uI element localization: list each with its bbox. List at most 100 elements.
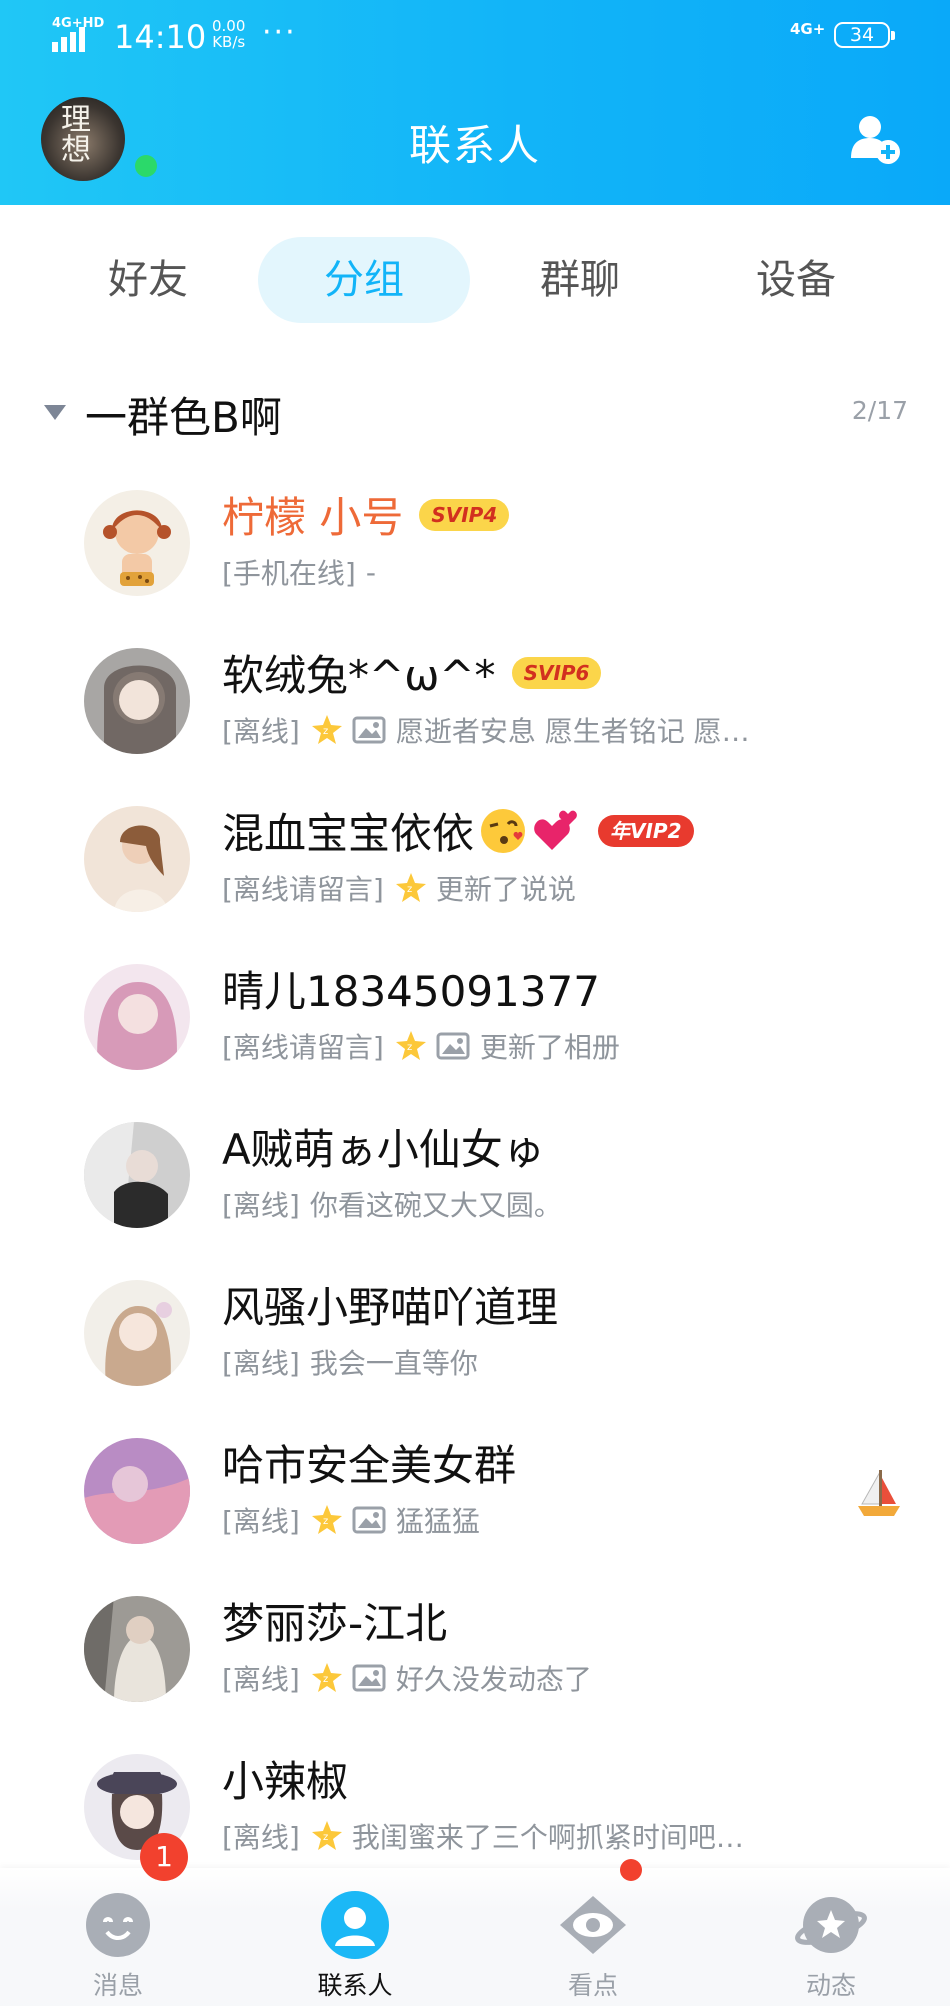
online-status: [离线] (222, 1347, 300, 1380)
online-status: [离线请留言] (222, 1031, 384, 1064)
annual-vip-badge: 年VIP2 (598, 814, 694, 847)
battery-icon: 34 (834, 22, 895, 48)
contact-row[interactable]: 晴儿18345091377 [离线请留言] z 更新了相册 (0, 934, 950, 1092)
contact-message: 好久没发动态了 (395, 1663, 592, 1696)
tab-devices[interactable]: 设备 (726, 237, 866, 323)
more-notifications-icon: ··· (262, 15, 297, 50)
contact-avatar (84, 490, 190, 596)
nav-contacts[interactable]: 联系人 (275, 1876, 435, 2006)
network-speed: 0.00 KB/s (212, 17, 246, 51)
contact-message: 更新了相册 (479, 1031, 620, 1064)
photo-icon (352, 1506, 386, 1534)
status-time: 14:10 (114, 18, 207, 56)
contact-status-line: [离线] 我会一直等你 (222, 1342, 478, 1382)
contact-message: 愿逝者安息 愿生者铭记 愿… (395, 715, 750, 748)
online-status: [离线] (222, 715, 300, 748)
contact-message: 猛猛猛 (395, 1505, 480, 1538)
contact-name: 软绒兔*^ω^* SVIP6 (222, 642, 602, 703)
contact-avatar (84, 1596, 190, 1702)
contact-name: 混血宝宝依依 年VIP2 (222, 800, 694, 861)
contact-name: 小辣椒 (222, 1757, 349, 1806)
new-content-dot (620, 1859, 642, 1881)
contact-message: 更新了说说 (435, 873, 576, 906)
nav-discover[interactable]: 看点 (513, 1876, 673, 2006)
star-badge-icon: z (311, 1505, 342, 1534)
contact-row[interactable]: 哈市安全美女群 [离线] z 猛猛猛 (0, 1408, 950, 1566)
contact-name: 梦丽莎-江北 (222, 1599, 448, 1648)
tab-groups[interactable]: 分组 (258, 237, 470, 323)
group-header[interactable]: 一群色B啊 2/17 (0, 370, 950, 450)
planet-star-icon (795, 1897, 867, 1953)
online-status: [离线] (222, 1821, 300, 1854)
contact-name: 哈市安全美女群 (222, 1441, 517, 1490)
contact-status-line: [离线] z 好久没发动态了 (222, 1658, 592, 1698)
contact-message: 我会一直等你 (309, 1347, 478, 1380)
contact-row[interactable]: 软绒兔*^ω^* SVIP6 [离线] z 愿逝者安息 愿生者铭记 愿… (0, 618, 950, 776)
signal-icon: 4G+HD (52, 16, 104, 52)
star-badge-icon: z (395, 1031, 426, 1060)
nav-messages[interactable]: 消息 (38, 1876, 198, 2006)
contact-status-line: [离线] z 我闺蜜来了三个啊抓紧时间吧… (222, 1816, 744, 1856)
contact-message: 你看这碗又大又圆。 (309, 1189, 562, 1222)
contact-name: 晴儿18345091377 (222, 967, 600, 1016)
contact-row[interactable]: 梦丽莎-江北 [离线] z 好久没发动态了 (0, 1566, 950, 1724)
status-bar: 4G+HD 14:10 0.00 KB/s ··· 4G+ 34 (0, 0, 950, 75)
svg-text:z: z (407, 1042, 412, 1053)
online-status: [离线] (222, 1505, 300, 1538)
online-status: [离线请留言] (222, 873, 384, 906)
tab-group-chats[interactable]: 群聊 (510, 237, 650, 323)
contact-name: A贼萌ぁ小仙女ゅ (222, 1125, 545, 1174)
contact-avatar (84, 806, 190, 912)
unread-count-badge: 1 (140, 1833, 188, 1881)
svip-badge: SVIP6 (511, 656, 602, 689)
contact-avatar (84, 1280, 190, 1386)
contact-row[interactable]: A贼萌ぁ小仙女ゅ [离线] 你看这碗又大又圆。 (0, 1092, 950, 1250)
bottom-navigation: 消息 联系人 看点 动态 (0, 1868, 950, 2006)
star-badge-icon: z (395, 873, 426, 902)
star-badge-icon: z (311, 1663, 342, 1692)
contact-avatar (84, 1122, 190, 1228)
contact-row[interactable]: 风骚小野喵吖道理 [离线] 我会一直等你 (0, 1250, 950, 1408)
contact-row[interactable]: 混血宝宝依依 年VIP2 [离线请留言] z 更新了说说 (0, 776, 950, 934)
online-status: [手机在线] (222, 557, 356, 590)
message-icon (86, 1893, 150, 1957)
contact-name: 柠檬 小号 SVIP4 (222, 484, 510, 545)
contact-name: 风骚小野喵吖道理 (222, 1283, 559, 1332)
group-online-count: 2/17 (851, 396, 908, 425)
tab-friends[interactable]: 好友 (78, 237, 218, 323)
svg-text:z: z (323, 1674, 328, 1685)
network-type: 4G+ (790, 20, 826, 38)
contact-status-line: [离线] 你看这碗又大又圆。 (222, 1184, 562, 1224)
contact-status-line: [离线] z 愿逝者安息 愿生者铭记 愿… (222, 710, 750, 750)
online-status: [离线] (222, 1189, 300, 1222)
contact-status-line: [手机在线] - (222, 552, 376, 592)
contact-status-line: [离线] z 猛猛猛 (222, 1500, 480, 1540)
contact-row[interactable]: 柠檬 小号 SVIP4 [手机在线] - (0, 460, 950, 618)
star-badge-icon: z (311, 715, 342, 744)
photo-icon (436, 1032, 470, 1060)
contact-status-line: [离线请留言] z 更新了说说 (222, 868, 576, 908)
photo-icon (352, 716, 386, 744)
page-title: 联系人 (408, 121, 541, 170)
contact-avatar (84, 1438, 190, 1544)
contact-avatar (84, 964, 190, 1070)
star-badge-icon: z (311, 1821, 342, 1850)
sailboat-icon (858, 1470, 900, 1516)
svip-badge: SVIP4 (419, 498, 510, 531)
contact-avatar (84, 648, 190, 754)
online-status: [离线] (222, 1663, 300, 1696)
contact-tabs: 好友 分组 群聊 设备 (0, 205, 950, 345)
app-header: 4G+HD 14:10 0.00 KB/s ··· 4G+ 34 理想 联系人 (0, 0, 950, 205)
contact-status-line: [离线请留言] z 更新了相册 (222, 1026, 620, 1066)
nav-moments[interactable]: 动态 (751, 1876, 911, 2006)
contact-message: 我闺蜜来了三个啊抓紧时间吧… (351, 1821, 744, 1854)
svg-text:z: z (407, 884, 412, 895)
svg-text:z: z (323, 1516, 328, 1527)
contact-list: 柠檬 小号 SVIP4 [手机在线] - 软绒兔*^ω^* SVIP6 [离线]… (0, 460, 950, 1882)
two-hearts-emoji-icon (534, 810, 577, 850)
contact-message: - (365, 555, 376, 589)
group-name: 一群色B啊 (85, 393, 282, 442)
svg-text:z: z (323, 726, 328, 737)
collapse-arrow-icon[interactable] (44, 405, 66, 420)
add-contact-icon[interactable] (848, 112, 902, 166)
